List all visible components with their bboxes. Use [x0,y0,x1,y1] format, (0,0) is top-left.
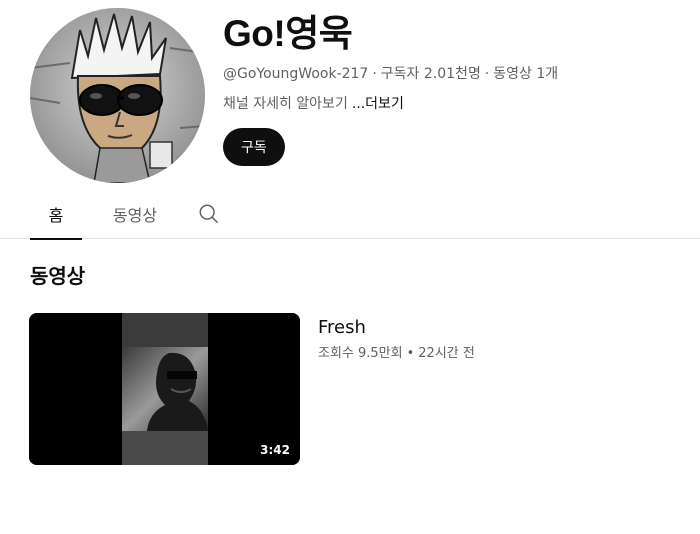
channel-handle: @GoYoungWook-217 [223,66,369,82]
video-item[interactable]: 3:42 Fresh 조회수 9.5만회 • 22시간 전 [29,313,475,465]
video-meta: 조회수 9.5만회 • 22시간 전 [318,345,475,363]
channel-description[interactable]: 채널 자세히 알아보기 ...더보기 [223,94,558,114]
search-icon[interactable] [194,190,224,238]
channel-tabs: 홈 동영상 [0,190,700,240]
view-count: 조회수 9.5만회 [318,346,403,361]
more-link[interactable]: ...더보기 [352,94,404,114]
channel-page: Go!영욱 @GoYoungWook-217 · 구독자 2.01천명 · 동영… [0,0,700,534]
tab-videos[interactable]: 동영상 [106,190,164,238]
subscriber-count: 구독자 2.01천명 [380,66,481,82]
video-count: 동영상 1개 [493,66,559,82]
video-thumbnail[interactable]: 3:42 [29,313,300,465]
channel-name: Go!영욱 [223,13,353,54]
description-text: 채널 자세히 알아보기 [223,96,348,112]
upload-age: 22시간 전 [418,346,475,361]
video-duration: 3:42 [256,441,294,459]
channel-header: Go!영욱 @GoYoungWook-217 · 구독자 2.01천명 · 동영… [223,10,558,166]
channel-avatar[interactable] [30,8,205,183]
tab-home[interactable]: 홈 [30,190,82,240]
avatar-illustration [30,8,205,183]
separator-dot: · [372,66,377,82]
separator-dot: • [406,346,415,361]
video-info: Fresh 조회수 9.5만회 • 22시간 전 [318,313,475,465]
section-title: 동영상 [30,264,86,288]
channel-meta: @GoYoungWook-217 · 구독자 2.01천명 · 동영상 1개 [223,64,558,84]
separator-dot: · [484,66,490,82]
video-title[interactable]: Fresh [318,315,475,341]
subscribe-button[interactable]: 구독 [223,128,285,166]
